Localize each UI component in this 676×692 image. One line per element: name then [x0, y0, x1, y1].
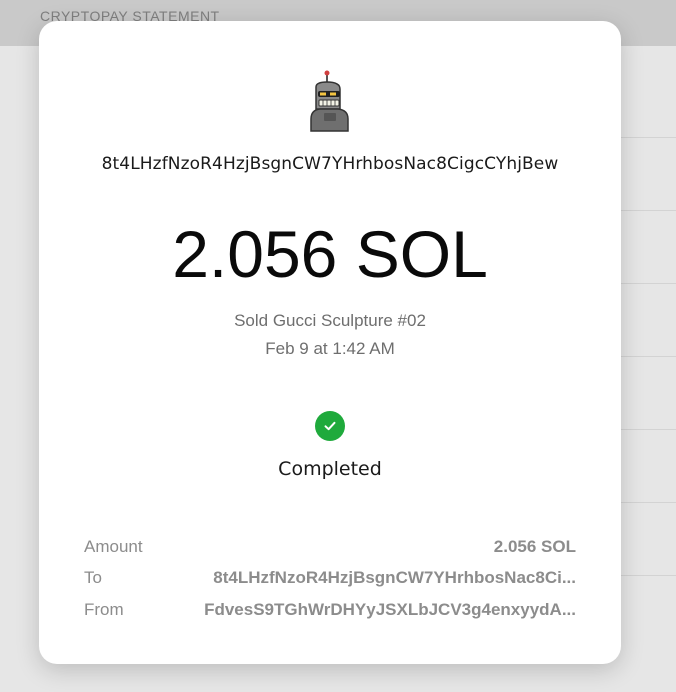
robot-avatar-icon: [308, 69, 352, 135]
transaction-description: Sold Gucci Sculpture #02: [234, 311, 426, 330]
detail-row-from: From FdvesS9TGhWrDHYyJSXLbJCV3g4enxyydA.…: [84, 594, 576, 626]
detail-label: Amount: [84, 536, 143, 556]
detail-row-to: To 8t4LHzfNzoR4HzjBsgnCW7YHrhbosNac8Ci..…: [84, 563, 576, 595]
detail-value-to-address[interactable]: 8t4LHzfNzoR4HzjBsgnCW7YHrhbosNac8Ci...: [213, 568, 576, 588]
transaction-detail-modal: 8t4LHzfNzoR4HzjBsgnCW7YHrhbosNac8CigcCYh…: [39, 21, 621, 664]
detail-row-amount: Amount 2.056 SOL: [84, 531, 576, 563]
transaction-date: Feb 9 at 1:42 AM: [265, 339, 395, 358]
detail-label: To: [84, 568, 102, 588]
detail-value-from-address[interactable]: FdvesS9TGhWrDHYyJSXLbJCV3g4enxyydA...: [204, 600, 576, 620]
transaction-details: Amount 2.056 SOL To 8t4LHzfNzoR4HzjBsgnC…: [84, 531, 576, 626]
check-circle-icon: [315, 411, 345, 441]
transaction-amount: 2.056 SOL: [172, 217, 488, 291]
page: CRYPTOPAY STATEMENT 8t4LHzfNzoR4HzjBsgnC…: [0, 0, 676, 692]
detail-label: From: [84, 599, 124, 619]
status-label: Completed: [278, 458, 382, 480]
detail-value-amount: 2.056 SOL: [493, 536, 576, 556]
wallet-address: 8t4LHzfNzoR4HzjBsgnCW7YHrhbosNac8CigcCYh…: [101, 154, 559, 174]
